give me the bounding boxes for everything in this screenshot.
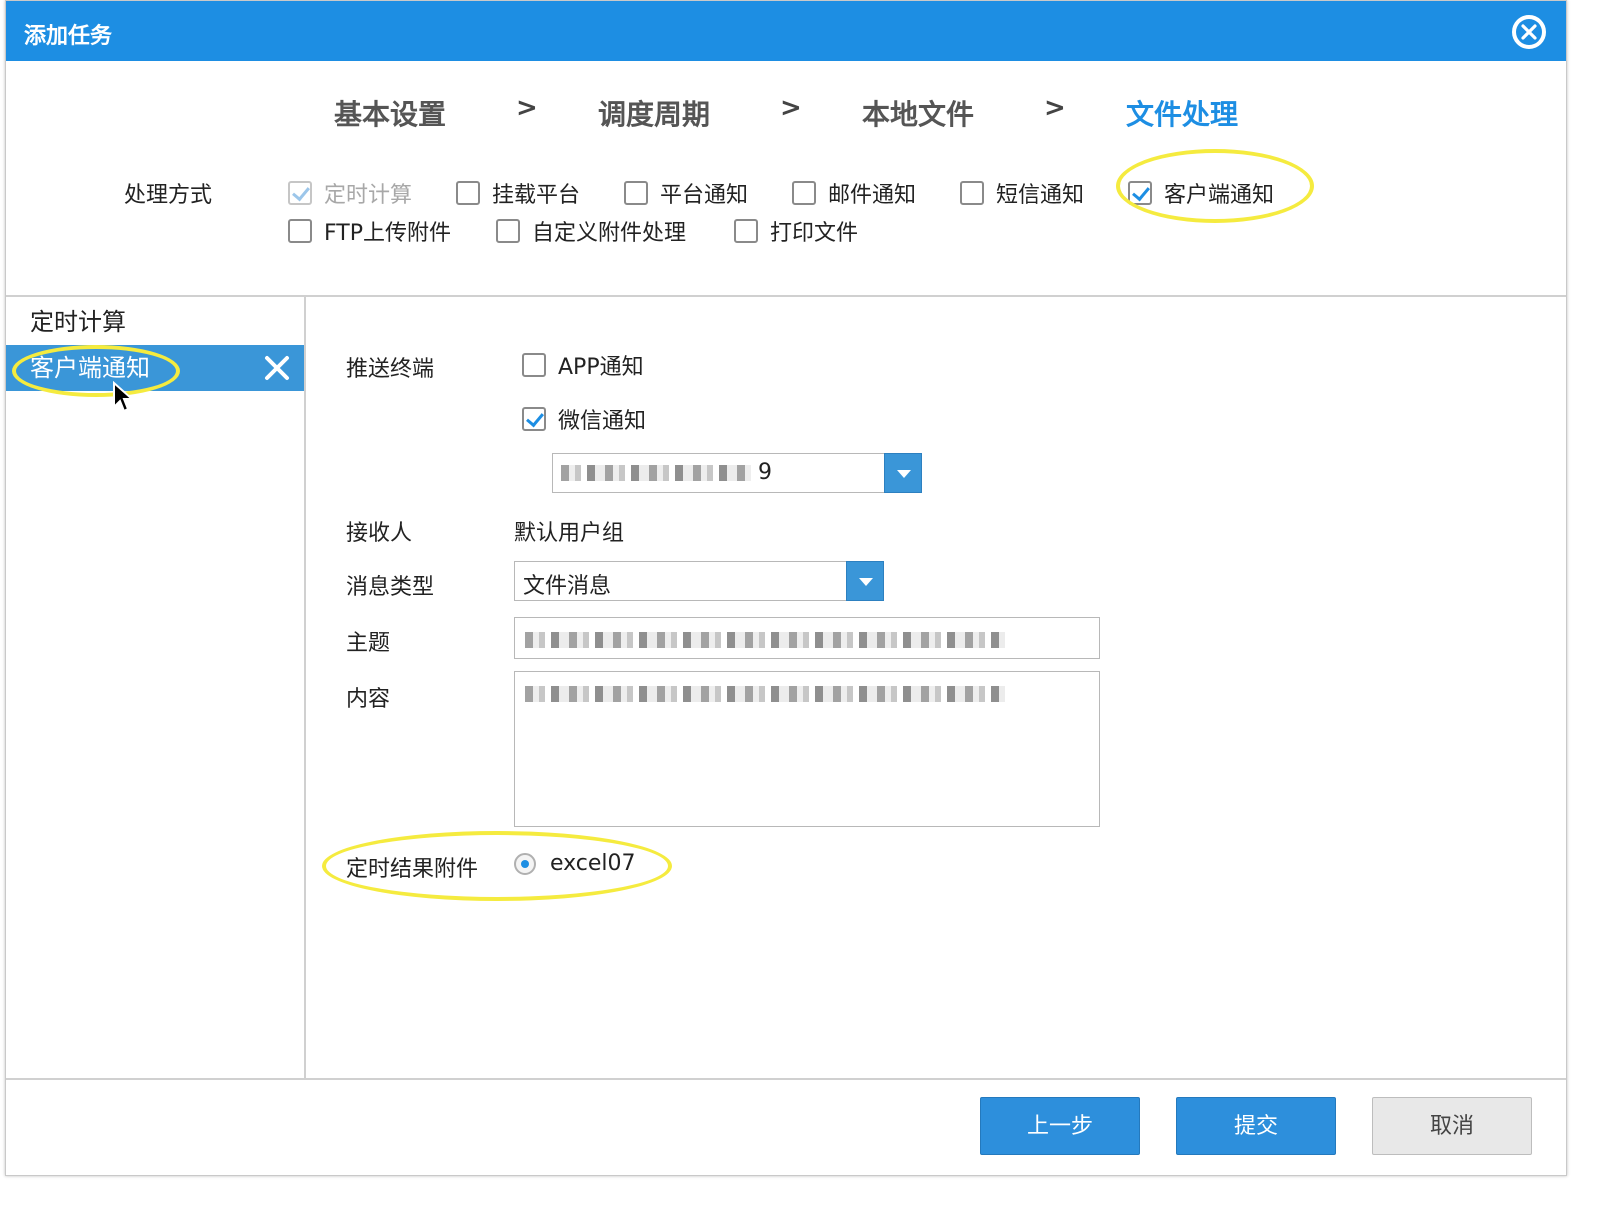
option-label: 挂载平台 xyxy=(492,183,581,208)
option-label: FTP上传附件 xyxy=(324,221,451,246)
subject-input[interactable] xyxy=(514,617,1100,659)
option-label: 平台通知 xyxy=(660,183,749,208)
checkbox-checked-icon xyxy=(288,181,312,205)
message-type-select[interactable]: 文件消息 xyxy=(514,561,884,601)
dropdown-arrow-icon[interactable] xyxy=(884,453,922,493)
option-label: 邮件通知 xyxy=(828,183,917,208)
sidebar-item-client-notify[interactable]: 客户端通知 xyxy=(6,345,304,391)
option-print-file[interactable]: 打印文件 xyxy=(734,215,858,247)
option-ftp-upload[interactable]: FTP上传附件 xyxy=(288,215,451,247)
option-label: 打印文件 xyxy=(770,221,859,246)
processing-method-label: 处理方式 xyxy=(124,183,213,208)
sidebar-item-scheduled-calc[interactable]: 定时计算 xyxy=(6,299,304,345)
checkbox-icon xyxy=(734,219,758,243)
option-label: APP通知 xyxy=(558,355,644,380)
option-custom-attachment[interactable]: 自定义附件处理 xyxy=(496,215,686,247)
dropdown-arrow-icon[interactable] xyxy=(846,561,884,601)
add-task-dialog: 添加任务 基本设置 > 调度周期 > 本地文件 > 文件处理 处理方式 定时计算… xyxy=(5,0,1567,1176)
checkbox-icon xyxy=(288,219,312,243)
client-notify-form: 推送终端 APP通知 微信通知 9 接收人 默认用户组 消息类型 文件消息 主题 xyxy=(308,297,1566,1078)
message-type-value: 文件消息 xyxy=(523,574,612,599)
app-notify-checkbox[interactable]: APP通知 xyxy=(522,349,644,381)
wechat-notify-checkbox[interactable]: 微信通知 xyxy=(522,403,646,435)
option-scheduled-calc[interactable]: 定时计算 xyxy=(288,177,412,209)
option-label: 定时计算 xyxy=(324,183,413,208)
checkbox-icon xyxy=(960,181,984,205)
content-label: 内容 xyxy=(346,687,391,712)
option-client-notify[interactable]: 客户端通知 xyxy=(1128,177,1274,209)
redacted-text xyxy=(561,465,751,481)
checkbox-checked-icon xyxy=(522,407,546,431)
step-basic-settings: 基本设置 xyxy=(334,98,447,131)
option-sms-notify[interactable]: 短信通知 xyxy=(960,177,1084,209)
checkbox-checked-icon xyxy=(1128,181,1152,205)
attachment-label: 定时结果附件 xyxy=(346,857,479,882)
message-type-label: 消息类型 xyxy=(346,575,435,600)
wechat-account-value: 9 xyxy=(561,460,772,485)
mouse-cursor-icon xyxy=(113,381,134,413)
checkbox-icon xyxy=(496,219,520,243)
option-email-notify[interactable]: 邮件通知 xyxy=(792,177,916,209)
step-schedule-cycle: 调度周期 xyxy=(598,98,711,131)
sidebar: 定时计算 客户端通知 xyxy=(6,297,306,1078)
radio-selected-icon xyxy=(514,852,536,875)
redacted-text xyxy=(525,631,1005,648)
wechat-account-suffix: 9 xyxy=(758,460,772,485)
remove-icon[interactable] xyxy=(262,353,292,383)
checkbox-icon xyxy=(522,353,546,377)
wizard-steps: 基本设置 > 调度周期 > 本地文件 > 文件处理 xyxy=(6,93,1566,133)
close-icon xyxy=(1516,19,1542,45)
title-bar: 添加任务 xyxy=(6,1,1566,61)
receiver-label: 接收人 xyxy=(346,521,413,546)
footer-divider xyxy=(6,1078,1566,1080)
submit-button[interactable]: 提交 xyxy=(1176,1097,1336,1155)
checkbox-icon xyxy=(792,181,816,205)
excel07-radio[interactable]: excel07 xyxy=(514,851,636,876)
subject-label: 主题 xyxy=(346,631,391,656)
radio-label: excel07 xyxy=(550,851,636,876)
prev-step-button[interactable]: 上一步 xyxy=(980,1097,1140,1155)
option-mount-platform[interactable]: 挂载平台 xyxy=(456,177,580,209)
option-platform-notify[interactable]: 平台通知 xyxy=(624,177,748,209)
dialog-title: 添加任务 xyxy=(24,24,113,49)
cancel-button[interactable]: 取消 xyxy=(1372,1097,1532,1155)
option-label: 自定义附件处理 xyxy=(532,221,687,246)
sidebar-item-label: 客户端通知 xyxy=(30,354,150,382)
step-local-file: 本地文件 xyxy=(862,98,975,131)
option-label: 微信通知 xyxy=(558,409,647,434)
sidebar-item-label: 定时计算 xyxy=(30,308,126,336)
checkbox-icon xyxy=(624,181,648,205)
option-label: 客户端通知 xyxy=(1164,183,1275,208)
checkbox-icon xyxy=(456,181,480,205)
content-textarea[interactable] xyxy=(514,671,1100,827)
step-separator: > xyxy=(1044,93,1066,123)
step-separator: > xyxy=(516,93,538,123)
step-separator: > xyxy=(780,93,802,123)
receiver-value: 默认用户组 xyxy=(514,521,625,546)
option-label: 短信通知 xyxy=(996,183,1085,208)
step-file-processing: 文件处理 xyxy=(1126,98,1239,131)
wechat-account-select[interactable]: 9 xyxy=(552,453,922,493)
close-button[interactable] xyxy=(1512,15,1546,49)
push-terminal-label: 推送终端 xyxy=(346,357,435,382)
redacted-text xyxy=(525,685,1005,702)
